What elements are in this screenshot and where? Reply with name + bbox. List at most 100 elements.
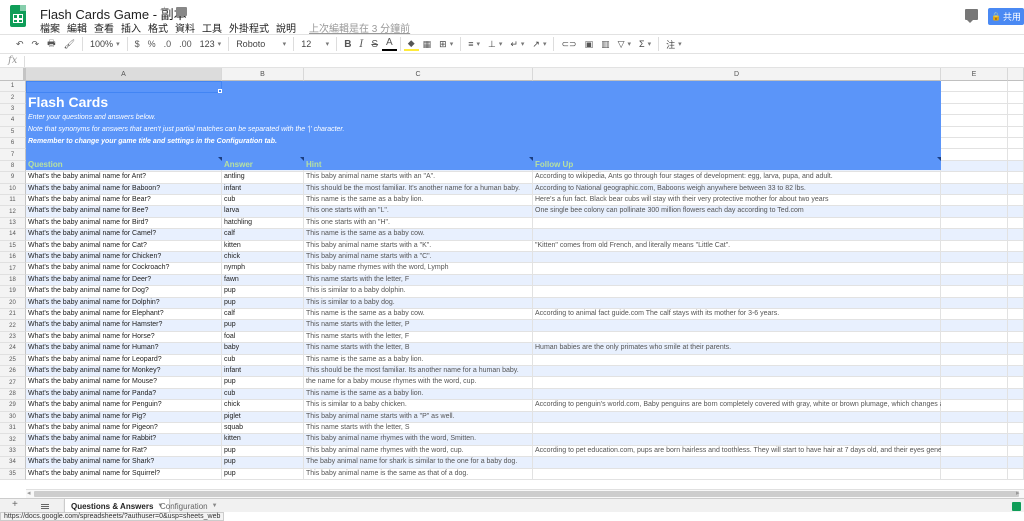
answer-cell[interactable]: squab: [222, 423, 304, 435]
answer-cell[interactable]: chick: [222, 400, 304, 412]
follow-up-cell[interactable]: [533, 331, 941, 344]
hint-cell[interactable]: This name starts with the letter, F: [304, 274, 533, 287]
question-cell[interactable]: What's the baby animal name for Dolphin?: [26, 297, 222, 309]
empty-cell[interactable]: [1008, 366, 1024, 378]
input-tools-select[interactable]: 注: [662, 36, 686, 52]
select-all-corner[interactable]: [0, 68, 26, 81]
hint-cell[interactable]: This name starts with the letter, B: [304, 343, 533, 355]
hint-cell[interactable]: This name is the same as a baby cow.: [304, 229, 533, 241]
follow-up-cell[interactable]: "Kitten" comes from old French, and lite…: [533, 240, 941, 252]
empty-cell[interactable]: [941, 309, 1008, 321]
row-number[interactable]: 10: [0, 183, 26, 195]
italic-button[interactable]: I: [355, 36, 367, 52]
scroll-right-icon[interactable]: ▸: [1016, 489, 1020, 497]
answer-cell[interactable]: hatchling: [222, 217, 304, 230]
row-number[interactable]: 12: [0, 206, 26, 218]
hint-cell[interactable]: This name is the same as a baby lion.: [304, 354, 533, 366]
row-number[interactable]: 4: [0, 115, 26, 127]
menu-data[interactable]: 資料: [175, 20, 200, 35]
follow-up-cell[interactable]: [533, 468, 941, 480]
currency-format-button[interactable]: $: [131, 36, 144, 52]
empty-cell[interactable]: [1008, 206, 1024, 218]
row-number[interactable]: 28: [0, 388, 26, 401]
menu-view[interactable]: 查看: [94, 20, 119, 35]
question-cell[interactable]: What's the baby animal name for Mouse?: [26, 377, 222, 389]
empty-cell[interactable]: [1008, 240, 1024, 252]
last-edit-link[interactable]: 上次編輯是在 3 分鐘前: [309, 20, 410, 35]
text-wrap-icon[interactable]: ↵: [506, 36, 528, 52]
redo-icon[interactable]: ↷: [28, 36, 44, 52]
follow-up-cell[interactable]: According to National geographic.com, Ba…: [533, 183, 941, 195]
follow-up-cell[interactable]: One single bee colony can pollinate 300 …: [533, 206, 941, 218]
row-number[interactable]: 23: [0, 331, 26, 344]
empty-cell[interactable]: [941, 217, 1008, 230]
menu-edit[interactable]: 編輯: [67, 20, 92, 35]
question-cell[interactable]: What's the baby animal name for Bear?: [26, 195, 222, 207]
empty-cell[interactable]: [1008, 229, 1024, 241]
empty-cell[interactable]: [941, 138, 1008, 150]
insert-comment-icon[interactable]: ▣: [581, 36, 598, 52]
hint-cell[interactable]: This name is the same as a baby cow.: [304, 309, 533, 321]
empty-cell[interactable]: [941, 468, 1008, 480]
hint-cell[interactable]: This baby animal name starts with an "A"…: [304, 172, 533, 184]
empty-cell[interactable]: [941, 297, 1008, 309]
empty-cell[interactable]: [1008, 377, 1024, 389]
follow-up-cell[interactable]: [533, 229, 941, 241]
row-number[interactable]: 29: [0, 400, 26, 412]
answer-cell[interactable]: chick: [222, 252, 304, 264]
question-cell[interactable]: What's the baby animal name for Squirrel…: [26, 468, 222, 480]
hint-cell[interactable]: This baby animal name starts with a "K".: [304, 240, 533, 252]
row-number[interactable]: 22: [0, 320, 26, 332]
menu-tools[interactable]: 工具: [202, 20, 227, 35]
empty-cell[interactable]: [1008, 468, 1024, 480]
answer-cell[interactable]: infant: [222, 183, 304, 195]
follow-up-cell[interactable]: [533, 366, 941, 378]
question-cell[interactable]: What's the baby animal name for Hamster?: [26, 320, 222, 332]
question-cell[interactable]: What's the baby animal name for Pig?: [26, 411, 222, 423]
hint-cell[interactable]: This baby animal name rhymes with the wo…: [304, 445, 533, 458]
question-cell[interactable]: What's the baby animal name for Baboon?: [26, 183, 222, 195]
menu-help[interactable]: 說明: [276, 20, 301, 35]
answer-cell[interactable]: fawn: [222, 274, 304, 287]
hint-cell[interactable]: This baby animal name starts with a "C".: [304, 252, 533, 264]
answer-cell[interactable]: calf: [222, 229, 304, 241]
insert-link-icon[interactable]: ⊂⊃: [557, 36, 580, 52]
empty-cell[interactable]: [941, 195, 1008, 207]
question-cell[interactable]: What's the baby animal name for Monkey?: [26, 366, 222, 378]
empty-cell[interactable]: [941, 103, 1008, 116]
empty-cell[interactable]: [941, 274, 1008, 287]
hint-cell[interactable]: The baby animal name for shark is simila…: [304, 457, 533, 469]
empty-cell[interactable]: [941, 263, 1008, 275]
row-number[interactable]: 9: [0, 172, 26, 184]
font-size-select[interactable]: 12: [297, 36, 333, 52]
hint-cell[interactable]: This baby animal name starts with a "P" …: [304, 411, 533, 423]
borders-icon[interactable]: ▦: [419, 36, 436, 52]
row-number[interactable]: 26: [0, 366, 26, 378]
row-number[interactable]: 21: [0, 309, 26, 321]
follow-up-cell[interactable]: According to pet education.com, pups are…: [533, 445, 1024, 458]
all-sheets-icon[interactable]: [41, 504, 49, 509]
empty-cell[interactable]: [1008, 195, 1024, 207]
empty-cell[interactable]: [1008, 274, 1024, 287]
empty-cell[interactable]: [1008, 138, 1024, 150]
row-number[interactable]: 18: [0, 274, 26, 287]
hint-cell[interactable]: This should be the most familiar. It's a…: [304, 183, 533, 195]
fill-color-icon[interactable]: ◆: [403, 38, 419, 51]
follow-up-cell[interactable]: [533, 274, 941, 287]
menu-format[interactable]: 格式: [148, 20, 173, 35]
hint-cell[interactable]: This baby animal name rhymes with the wo…: [304, 434, 533, 446]
tab-configuration[interactable]: Configuration ▼: [154, 499, 224, 513]
row-number[interactable]: 11: [0, 195, 26, 207]
answer-cell[interactable]: infant: [222, 366, 304, 378]
empty-cell[interactable]: [941, 240, 1008, 252]
empty-cell[interactable]: [941, 183, 1008, 195]
empty-cell[interactable]: [941, 172, 1008, 184]
hint-cell[interactable]: This is similar to a baby dog.: [304, 297, 533, 309]
follow-up-cell[interactable]: [533, 286, 941, 298]
menu-file[interactable]: 檔案: [40, 20, 65, 35]
row-number[interactable]: 27: [0, 377, 26, 389]
hint-cell[interactable]: This name is the same as a baby lion.: [304, 195, 533, 207]
answer-cell[interactable]: antling: [222, 172, 304, 184]
row-number[interactable]: 17: [0, 263, 26, 275]
question-cell[interactable]: What's the baby animal name for Human?: [26, 343, 222, 355]
